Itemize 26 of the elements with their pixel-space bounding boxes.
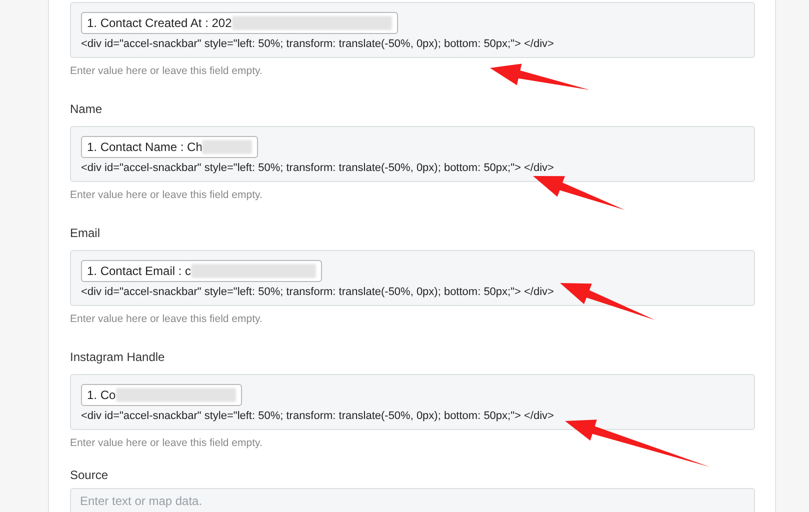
- field-chip[interactable]: 1. Co: [81, 384, 242, 406]
- input-field[interactable]: Enter text or map data.: [70, 488, 755, 512]
- redacted-text: [202, 140, 252, 154]
- chip-text: 1. Contact Name : Ch: [87, 139, 202, 156]
- chip-text: 1. Contact Created At : 202: [87, 15, 232, 32]
- code-text: <div id="accel-snackbar" style="left: 50%; transform: translate(-50%, 0px); bottom: 50px;"> </div>: [81, 161, 555, 176]
- mapping-field[interactable]: 1. Contact Created At : 202 <div id="accel-snackbar" style="left: 50%; transform: translate(-50%, 0px); bottom: 50px;"> </div>: [70, 2, 755, 58]
- code-text: <div id="accel-snackbar" style="left: 50%; transform: translate(-50%, 0px); bottom: 50px;"> </div>: [81, 37, 555, 52]
- field-label: Instagram Handle: [70, 349, 166, 365]
- hint-text: Enter value here or leave this field empty.: [70, 188, 262, 202]
- code-text: <div id="accel-snackbar" style="left: 50%; transform: translate(-50%, 0px); bottom: 50px;"> </div>: [81, 409, 555, 424]
- field-label: Email: [70, 225, 102, 241]
- field-chip[interactable]: 1. Contact Email : c: [81, 260, 322, 282]
- chip-text: 1. Contact Email : c: [87, 263, 192, 280]
- hint-text: Enter value here or leave this field empty.: [70, 436, 262, 450]
- mapping-field[interactable]: 1. Co <div id="accel-snackbar" style="left: 50%; transform: translate(-50%, 0px); bottom: 50px;"> </div>: [70, 374, 755, 430]
- hint-text: Enter value here or leave this field empty.: [70, 312, 262, 326]
- chip-text: 1. Co: [87, 387, 116, 404]
- field-label: Source: [70, 467, 110, 483]
- mapping-field[interactable]: 1. Contact Email : c <div id="accel-snackbar" style="left: 50%; transform: translate(-50%, 0px); bottom: 50px;"> </div>: [70, 250, 755, 306]
- code-text: <div id="accel-snackbar" style="left: 50%; transform: translate(-50%, 0px); bottom: 50px;"> </div>: [81, 285, 555, 300]
- field-label: Name: [70, 101, 104, 117]
- mapping-field[interactable]: 1. Contact Name : Ch <div id="accel-snackbar" style="left: 50%; transform: translate(-50%, 0px); bottom: 50px;"> </div>: [70, 126, 755, 182]
- field-chip[interactable]: 1. Contact Name : Ch: [81, 136, 258, 158]
- hint-text: Enter value here or leave this field empty.: [70, 64, 262, 78]
- field-chip[interactable]: 1. Contact Created At : 202: [81, 12, 398, 34]
